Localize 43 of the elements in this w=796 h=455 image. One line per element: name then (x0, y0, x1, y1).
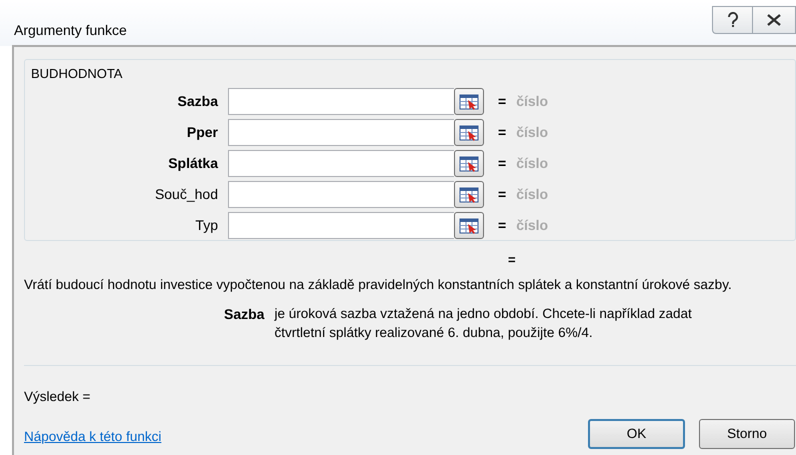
cell-reference-icon (459, 218, 479, 234)
collapse-dialog-button[interactable] (454, 150, 484, 177)
formula-result: = (508, 251, 516, 269)
help-icon (726, 12, 738, 28)
window-title: Argumenty funkce (14, 21, 127, 40)
collapse-dialog-button[interactable] (454, 119, 484, 146)
function-description: Vrátí budoucí hodnotu investice vypočtenou na základě pravidelných konstantních splátek a konstantní úrokové sazby. (24, 276, 732, 294)
argument-label: Sazba (176, 92, 220, 111)
close-button[interactable] (752, 6, 796, 34)
equals-sign: = (498, 92, 506, 111)
equals-sign: = (498, 185, 506, 204)
argument-label: Pper (186, 123, 219, 142)
argument-label: Typ (194, 216, 219, 235)
argument-value-hint: číslo (516, 92, 548, 111)
input-field[interactable] (228, 150, 454, 177)
argument-label: Splátka (167, 154, 220, 173)
input-field[interactable] (228, 119, 454, 146)
dialog-button[interactable]: Storno (699, 419, 795, 449)
argument-value-hint: číslo (516, 185, 548, 204)
argument-description: je úroková sazba vztažená na jedno období. Chcete-li například zadat čtvrtletní splátky realizované 6. dubna, použijte 6%/4. (274, 305, 693, 342)
input-field[interactable] (228, 181, 454, 208)
argument-value-hint: číslo (516, 154, 548, 173)
input-field[interactable] (228, 88, 454, 115)
collapse-dialog-button[interactable] (454, 212, 484, 239)
equals-sign: = (498, 216, 506, 235)
dialog-button[interactable]: OK (588, 419, 685, 449)
help-button[interactable] (712, 6, 752, 34)
argument-label: Souč_hod (154, 185, 219, 204)
cell-reference-icon (459, 156, 479, 172)
argument-name: Sazba (224, 305, 264, 324)
cell-reference-icon (459, 94, 479, 110)
close-icon (767, 14, 781, 26)
help-link[interactable]: Nápověda k této funkci (24, 427, 162, 448)
cell-reference-icon (459, 124, 479, 140)
result-label: Výsledek = (24, 388, 90, 406)
collapse-dialog-button[interactable] (454, 181, 484, 208)
argument-value-hint: číslo (516, 216, 548, 235)
equals-sign: = (498, 154, 506, 173)
equals-sign: = (498, 123, 506, 142)
argument-value-hint: číslo (516, 123, 548, 142)
collapse-dialog-button[interactable] (454, 88, 484, 115)
input-field[interactable] (228, 212, 454, 239)
cell-reference-icon (459, 186, 479, 202)
